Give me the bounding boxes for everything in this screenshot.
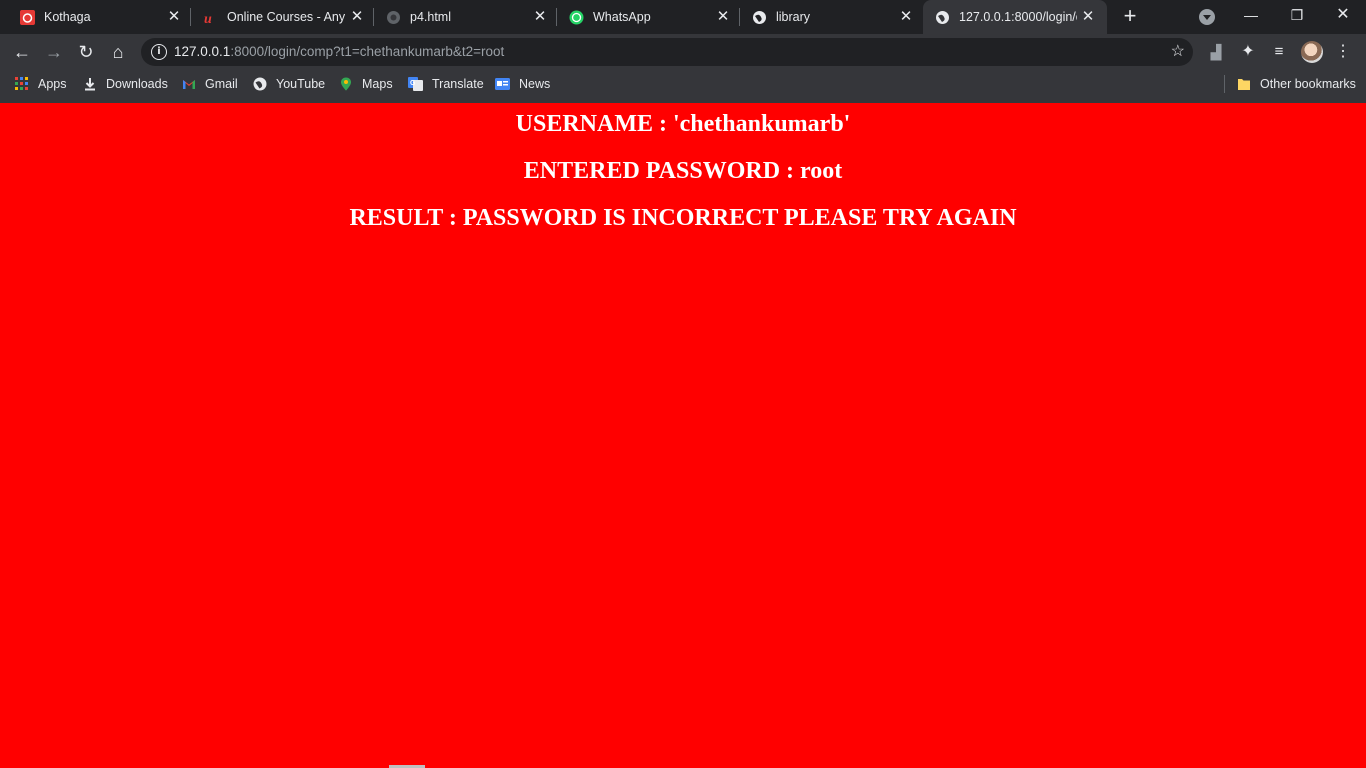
tab-library[interactable]: library ✕ — [740, 0, 923, 34]
restore-icon[interactable]: ❐ — [1283, 4, 1311, 26]
tab-kothaga[interactable]: Kothaga ✕ — [0, 0, 191, 34]
tab-search-icon[interactable] — [1199, 9, 1215, 25]
globe-icon — [386, 10, 401, 25]
home-button[interactable]: ⌂ — [106, 40, 130, 64]
site-info-icon[interactable]: i — [151, 44, 167, 60]
svg-text:G: G — [410, 80, 416, 87]
close-tab-icon[interactable]: ✕ — [531, 8, 549, 26]
bookmark-star-icon[interactable]: ☆ — [1171, 41, 1185, 61]
close-tab-icon[interactable]: ✕ — [165, 8, 183, 26]
tab-title: library — [776, 10, 811, 24]
bookmark-news[interactable]: News — [495, 74, 550, 94]
forward-button[interactable]: → — [42, 40, 66, 64]
back-button[interactable]: ← — [10, 40, 34, 64]
close-tab-icon[interactable]: ✕ — [897, 8, 915, 26]
apps-grid-icon — [15, 77, 29, 91]
download-icon — [83, 77, 97, 91]
globe-icon — [935, 10, 950, 25]
address-bar[interactable]: i 127.0.0.1:8000/login/comp?t1=chethanku… — [141, 38, 1193, 66]
avatar[interactable] — [1301, 41, 1323, 63]
bookmark-label: YouTube — [276, 77, 326, 91]
gmail-icon — [182, 77, 196, 91]
tab-strip: Kothaga ✕ u Online Courses - Anytime ✕ p… — [0, 0, 1366, 34]
tab-title: Kothaga — [44, 10, 91, 24]
svg-text:u: u — [204, 12, 212, 25]
other-bookmarks-label: Other bookmarks — [1260, 77, 1356, 91]
new-tab-button[interactable]: + — [1119, 5, 1141, 27]
globe-icon — [253, 77, 267, 91]
close-tab-icon[interactable]: ✕ — [714, 8, 732, 26]
reload-button[interactable]: ↻ — [74, 40, 98, 64]
news-icon — [495, 77, 510, 91]
url-text[interactable]: 127.0.0.1:8000/login/comp?t1=chethankuma… — [174, 44, 504, 59]
minimize-icon[interactable]: — — [1237, 4, 1265, 26]
tab-title: WhatsApp — [593, 10, 651, 24]
menu-kebab-icon[interactable]: ⋮ — [1331, 40, 1355, 64]
translate-icon: G — [408, 77, 423, 91]
bookmark-label: Downloads — [106, 77, 168, 91]
bookmark-youtube[interactable]: YouTube — [253, 74, 325, 94]
url-host: 127.0.0.1 — [174, 44, 231, 59]
url-rest: :8000/login/comp?t1=chethankumarb&t2=roo… — [230, 44, 505, 59]
tab-online-courses[interactable]: u Online Courses - Anytime ✕ — [191, 0, 374, 34]
tab-title: Online Courses - Anytime — [227, 10, 345, 24]
bookmark-gmail[interactable]: Gmail — [182, 74, 238, 94]
password-heading: ENTERED PASSWORD : root — [523, 158, 843, 184]
kothaga-icon — [20, 10, 35, 25]
bookmark-downloads[interactable]: Downloads — [83, 74, 168, 94]
extensions-puzzle-icon[interactable]: ✦ — [1236, 40, 1260, 64]
tab-title: 127.0.0.1:8000/login/comp — [959, 10, 1077, 24]
tab-active-login[interactable]: 127.0.0.1:8000/login/comp ✕ — [923, 0, 1107, 34]
bookmark-label: Apps — [38, 77, 67, 91]
close-window-icon[interactable]: ✕ — [1329, 4, 1357, 26]
browser-chrome: Kothaga ✕ u Online Courses - Anytime ✕ p… — [0, 0, 1366, 103]
media-queue-icon[interactable]: ≡ — [1267, 40, 1291, 64]
tab-p4-html[interactable]: p4.html ✕ — [374, 0, 557, 34]
other-bookmarks[interactable]: Other bookmarks — [1237, 74, 1356, 94]
close-tab-icon[interactable]: ✕ — [1079, 8, 1097, 26]
bookmark-label: Gmail — [205, 77, 238, 91]
bookmark-label: Translate — [432, 77, 484, 91]
bookmarks-divider — [1224, 75, 1225, 93]
whatsapp-icon — [569, 10, 584, 25]
page-content: USERNAME : 'chethankumarb' ENTERED PASSW… — [0, 103, 1366, 768]
bookmark-label: News — [519, 77, 551, 91]
bookmark-apps[interactable]: Apps — [15, 74, 67, 94]
username-heading: USERNAME : 'chethankumarb' — [515, 111, 851, 137]
folder-icon — [1237, 77, 1251, 91]
bookmark-maps[interactable]: Maps — [339, 74, 393, 94]
extension-chart-icon[interactable]: ▟ — [1204, 40, 1228, 64]
globe-icon — [752, 10, 767, 25]
maps-pin-icon — [339, 77, 353, 91]
result-heading: RESULT : PASSWORD IS INCORRECT PLEASE TR… — [349, 205, 1017, 231]
bookmark-translate[interactable]: G Translate — [408, 74, 484, 94]
tab-whatsapp[interactable]: WhatsApp ✕ — [557, 0, 740, 34]
tab-title: p4.html — [410, 10, 451, 24]
bookmark-label: Maps — [362, 77, 393, 91]
udemy-icon: u — [203, 10, 218, 25]
close-tab-icon[interactable]: ✕ — [348, 8, 366, 26]
